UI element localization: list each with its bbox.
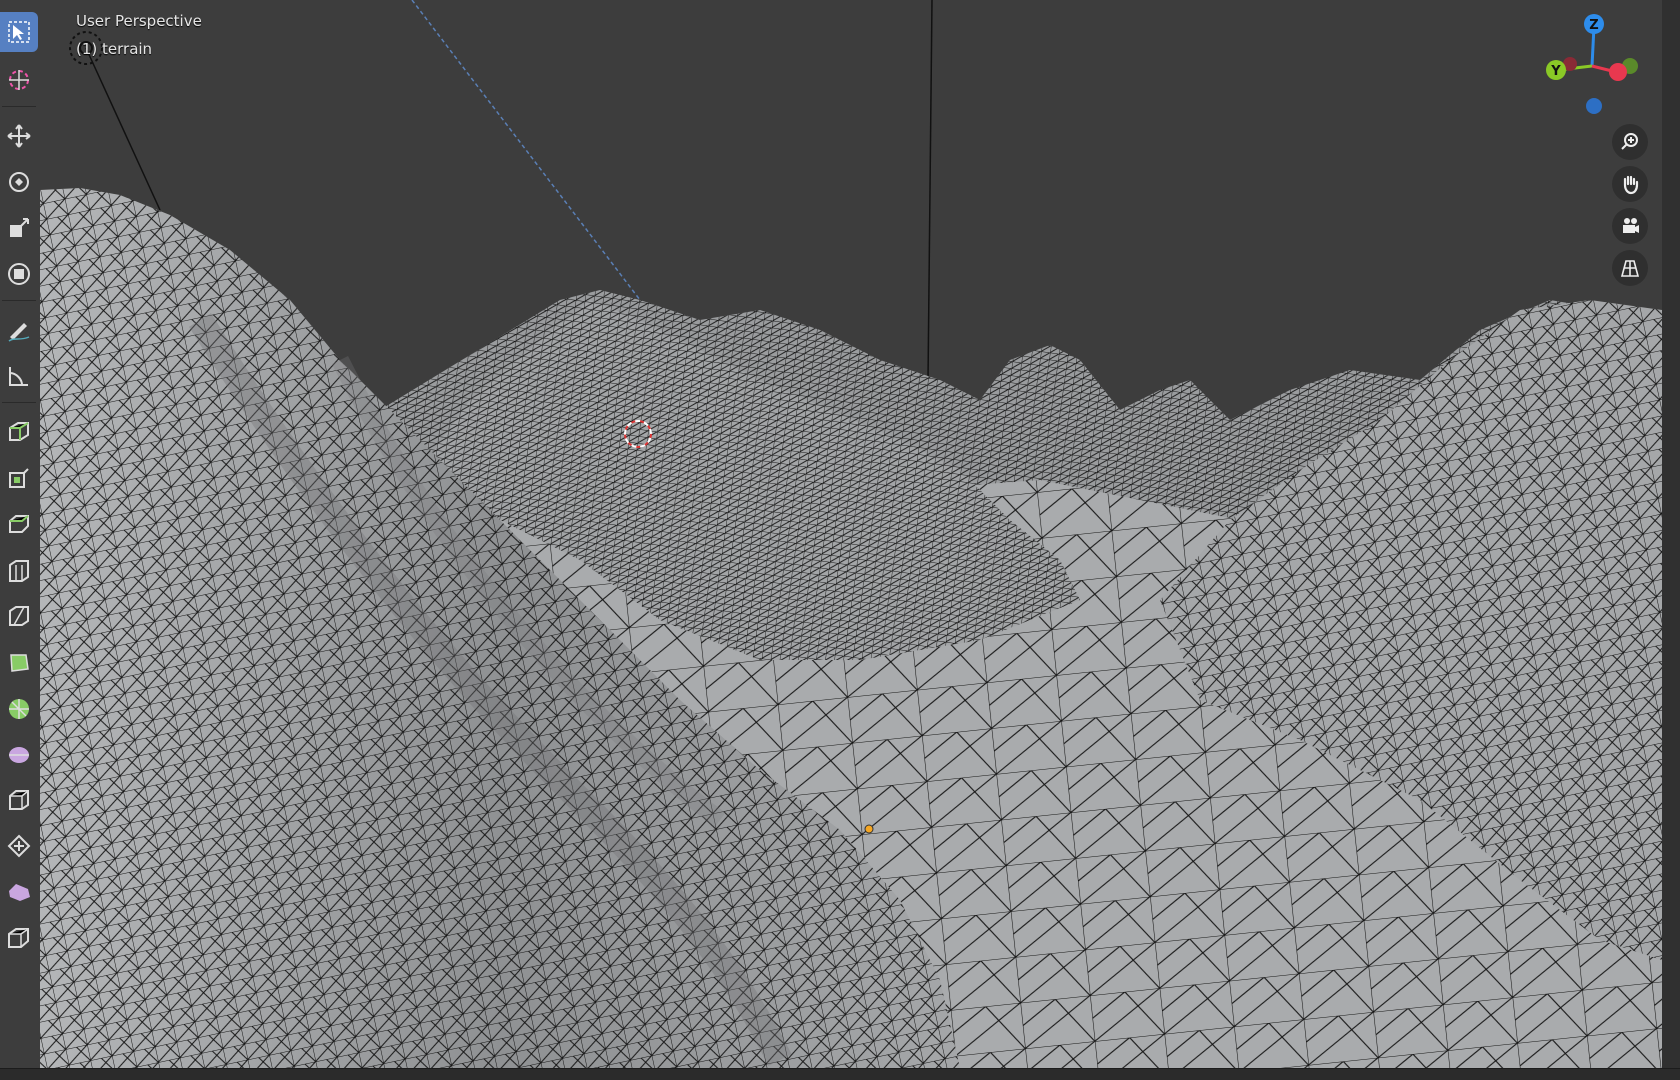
extrude-region-tool[interactable] <box>0 458 38 498</box>
rotate-icon <box>9 172 29 192</box>
navigation-gizmo[interactable]: Z Y <box>1530 8 1650 128</box>
svg-text:Y: Y <box>1550 64 1561 79</box>
zoom-button[interactable] <box>1612 124 1648 160</box>
3d-viewport[interactable]: User Perspective (1) terrain Z Y <box>0 0 1680 1080</box>
move-tool[interactable] <box>0 116 38 156</box>
gizmo-z-axis[interactable]: Z <box>1584 14 1604 34</box>
shrink-fatten-tool[interactable] <box>0 872 38 912</box>
loop-cut-icon <box>9 606 29 626</box>
transform-tool[interactable] <box>0 254 38 294</box>
object-origin <box>864 824 874 834</box>
measure-ruler-icon <box>9 367 28 386</box>
annotate-pencil-icon <box>8 323 30 342</box>
gizmo-x-axis[interactable] <box>1609 63 1627 81</box>
object-label: (1) terrain <box>76 40 153 58</box>
knife-tool[interactable] <box>0 642 38 682</box>
zoom-in-icon <box>1621 133 1638 150</box>
scale-tool[interactable] <box>0 208 38 248</box>
transform-icon <box>8 263 30 285</box>
hand-icon <box>1623 175 1639 195</box>
poly-build-icon <box>9 699 29 719</box>
lamp-line <box>85 47 161 211</box>
spin-tool[interactable] <box>0 734 38 774</box>
inset-faces-tool[interactable] <box>0 504 38 544</box>
knife-icon <box>10 654 29 672</box>
camera-icon <box>1623 218 1639 233</box>
shear-tool[interactable] <box>0 918 38 958</box>
bevel-icon <box>9 560 29 582</box>
ortho-toggle-button[interactable] <box>1612 250 1648 286</box>
loop-cut-tool[interactable] <box>0 596 38 636</box>
sidebar-edge[interactable] <box>1662 0 1680 1080</box>
spin-icon <box>9 747 29 763</box>
pan-button[interactable] <box>1612 166 1648 202</box>
rotate-tool[interactable] <box>0 162 38 202</box>
edge-slide-icon <box>7 834 31 858</box>
status-bar <box>0 1068 1680 1080</box>
shear-icon <box>8 928 29 948</box>
vertical-guide-line <box>927 0 933 381</box>
scale-icon <box>10 218 29 237</box>
tool-shelf <box>0 10 40 978</box>
camera-view-button[interactable] <box>1612 208 1648 244</box>
shrink-fatten-icon <box>9 884 30 901</box>
move-arrows-icon <box>7 124 31 148</box>
cursor-box-icon <box>8 21 30 43</box>
extrude-icon <box>9 468 29 488</box>
select-box-tool[interactable] <box>0 12 38 52</box>
cursor-tool[interactable] <box>0 60 38 100</box>
view-label: User Perspective <box>76 12 202 30</box>
bevel-tool[interactable] <box>0 550 38 590</box>
inset-icon <box>9 515 29 533</box>
add-cube-tool[interactable] <box>0 412 38 452</box>
poly-build-tool[interactable] <box>0 688 38 728</box>
edge-slide-tool[interactable] <box>0 826 38 866</box>
add-cube-icon <box>9 422 29 441</box>
svg-text:Z: Z <box>1589 18 1598 33</box>
gizmo-y-axis[interactable]: Y <box>1546 60 1566 80</box>
grid-perspective-icon <box>1620 260 1640 277</box>
smooth-icon <box>9 790 29 810</box>
camera-line <box>411 0 641 301</box>
3d-cursor-icon <box>9 70 29 90</box>
annotate-tool[interactable] <box>0 310 38 350</box>
measure-tool[interactable] <box>0 356 38 396</box>
terrain-mesh[interactable] <box>0 0 1680 1080</box>
smooth-tool[interactable] <box>0 780 38 820</box>
